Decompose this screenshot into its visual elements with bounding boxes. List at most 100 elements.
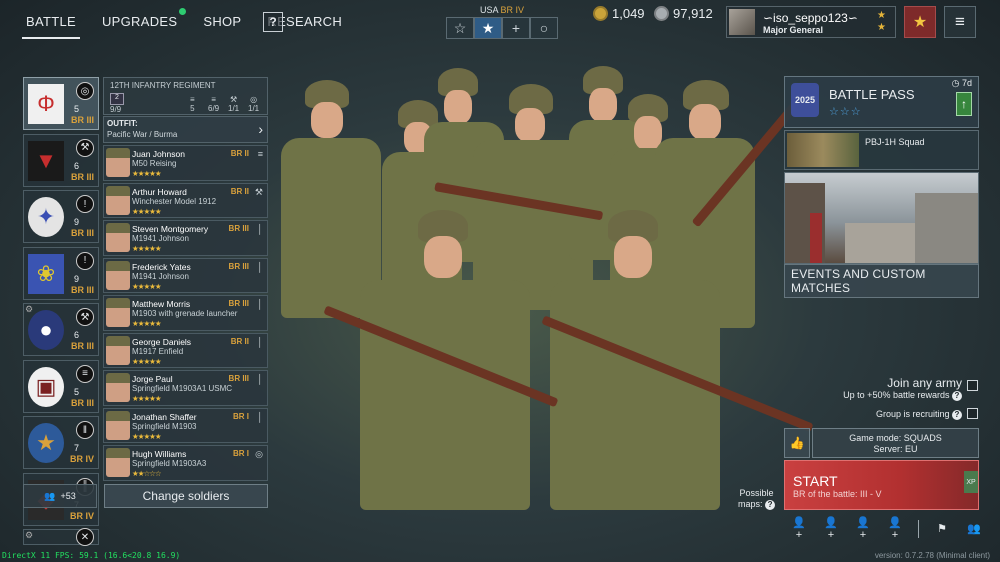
join-any-army-checkbox[interactable] <box>967 380 978 391</box>
change-soldiers-button[interactable]: Change soldiers <box>104 484 268 508</box>
events-custom-matches-button[interactable]: EVENTS AND CUSTOM MATCHES <box>784 264 979 298</box>
possible-maps[interactable]: Possible maps: ? <box>738 488 776 510</box>
soldier-portrait <box>106 335 130 365</box>
squad-card[interactable]: ❀ ! 9 BR III <box>23 246 99 300</box>
add-friend-icon[interactable]: 👤+ <box>854 516 872 541</box>
soldier-row[interactable]: Steven Montgomery M1941 Johnson ★★★★★ BR… <box>103 220 268 256</box>
tab-shop[interactable]: SHOP <box>199 12 245 39</box>
soldier-class-icon: ◎ <box>255 449 263 459</box>
army-name: USA <box>479 5 498 15</box>
army-br: BR IV <box>500 5 525 15</box>
outfit-label: OUTFIT: <box>107 119 138 128</box>
start-label: START <box>793 473 838 489</box>
game-mode-info[interactable]: Game mode: SQUADS Server: EU <box>812 428 979 458</box>
squad-emblem-icon: ✦ <box>28 197 64 237</box>
regiment-header: 12TH INFANTRY REGIMENT 2 9/9 ≡ 5 ≡ 6/9 ⚒ 1/… <box>103 77 268 115</box>
add-friend-icon[interactable]: 👤+ <box>790 516 808 541</box>
squad-class-icon: ⚒ <box>76 138 94 157</box>
soldier-row[interactable]: Juan Johnson M50 Reising ★★★★★ BR II ≡ <box>103 145 268 181</box>
tab-upgrades[interactable]: UPGRADES <box>98 12 181 39</box>
squad-card[interactable]: ★ ‖ 7 BR IV <box>23 416 99 469</box>
soldier-name: Steven Montgomery <box>132 224 209 234</box>
soldier-name: Hugh Williams <box>132 449 187 459</box>
army-tab-circle-icon[interactable]: ○ <box>530 17 558 39</box>
battle-pass-stars: ☆☆☆ <box>829 106 862 118</box>
clock-icon: ◷ <box>951 78 960 88</box>
group-recruiting-label: Group is recruiting ? <box>876 409 962 420</box>
thumbs-up-icon[interactable]: 👍 <box>784 428 810 458</box>
soldier-name: Matthew Morris <box>132 299 191 309</box>
soldier-portrait <box>106 260 130 290</box>
squad-promo-card[interactable]: PBJ-1H Squad <box>784 130 979 170</box>
soldier-row[interactable]: Matthew Morris M1903 with grenade launch… <box>103 295 268 331</box>
help-icon[interactable]: ? <box>952 391 962 401</box>
soldier-row[interactable]: George Daniels M1917 Enfield ★★★★★ BR II… <box>103 332 268 368</box>
soldier-row[interactable]: Hugh Williams Springfield M1903A3 ★★☆☆☆ … <box>103 445 268 481</box>
silver-currency[interactable]: 97,912 <box>654 6 713 21</box>
rank-star-icon: ★ <box>877 22 886 33</box>
squad-count: 5 <box>74 386 80 397</box>
soldier-row[interactable]: Arthur Howard Winchester Model 1912 ★★★★… <box>103 182 268 218</box>
menu-hamburger-icon[interactable]: ≡ <box>944 6 976 38</box>
tab-battle[interactable]: BATTLE <box>22 12 80 39</box>
gear-icon: ⚙ <box>25 304 34 314</box>
soldier-class-icon: │ <box>257 299 263 309</box>
help-icon: ? <box>765 500 776 510</box>
army-label: USA BR IV <box>446 5 558 15</box>
soldiers-group-icon: 👥 <box>44 490 56 501</box>
soldier-weapon: M1903 with grenade launcher <box>132 309 238 318</box>
army-tab-star-icon[interactable]: ★ <box>474 17 502 39</box>
level-up-arrow-icon: ↑ <box>956 92 972 116</box>
soldier-row[interactable]: Frederick Yates M1941 Johnson ★★★★★ BR I… <box>103 257 268 293</box>
gold-currency[interactable]: 1,049 <box>593 6 645 21</box>
player-name: ∽iso_seppo123∽ <box>763 11 858 25</box>
soldier-stars: ★★★★★ <box>132 394 162 403</box>
soldier-name: Jorge Paul <box>132 374 173 384</box>
army-tab-cross-icon[interactable]: + <box>502 17 530 39</box>
squad-class-icon: ‖ <box>76 421 94 439</box>
outfit-selector[interactable]: OUTFIT: Pacific War / Burma › <box>103 116 268 143</box>
flag-icon[interactable]: ⚑ <box>933 522 951 535</box>
squad-card[interactable]: ▼ ⚒ 6 BR III <box>23 133 99 187</box>
squad-class-icon: ◎ <box>76 82 94 100</box>
squad-emblem-icon: ● <box>28 310 64 350</box>
add-friend-icon[interactable]: 👤+ <box>886 516 904 541</box>
profile-card[interactable]: ∽iso_seppo123∽ Major General ★ ★ <box>726 6 896 38</box>
version-label: version: 0.7.2.78 (Minimal client) <box>874 551 990 560</box>
soldier-portrait <box>106 448 130 477</box>
help-icon[interactable]: ? <box>952 410 962 420</box>
reserve-count: +53 <box>60 491 76 501</box>
soldier-weapon: Winchester Model 1912 <box>132 196 217 206</box>
start-button[interactable]: START BR of the battle: III - V XP <box>784 460 979 510</box>
rank-star-icon: ★ <box>877 10 886 21</box>
battle-pass-card[interactable]: 2025 BATTLE PASS ☆☆☆ ◷ 7d ↑ <box>784 76 979 128</box>
squad-class-icon: ≡ <box>76 364 94 383</box>
soldier-br: BR II <box>230 149 249 158</box>
reserve-soldiers-button[interactable]: 👥 +53 <box>23 484 97 508</box>
soldier-weapon: Springfield M1903A1 USMC <box>132 384 233 393</box>
soldier-name: Arthur Howard <box>132 186 187 197</box>
squad-card[interactable]: ⚙ ● ⚒ 6 BR III <box>23 303 99 356</box>
help-button[interactable]: ? <box>263 12 283 32</box>
soldier-name: Jonathan Shaffer <box>132 411 197 422</box>
outfit-value: Pacific War / Burma <box>107 130 178 139</box>
events-preview-image[interactable] <box>784 172 979 264</box>
squad-card[interactable]: Φ ◎ 5 BR III <box>23 77 99 130</box>
shop-notification-dot <box>179 8 186 15</box>
squad-card[interactable]: ✦ ! 9 BR III <box>23 190 99 243</box>
soldier-row[interactable]: Jorge Paul Springfield M1903A1 USMC ★★★★… <box>103 370 268 406</box>
add-friend-icon[interactable]: 👤+ <box>822 516 840 541</box>
squad-br: BR III <box>70 228 94 238</box>
squad-br: BR IV <box>69 454 94 464</box>
group-recruiting-checkbox[interactable] <box>967 408 978 419</box>
squad-card[interactable]: ▣ ≡ 5 BR III <box>23 359 99 413</box>
regiment-slots: 9/9 <box>110 105 122 114</box>
rank-badge-icon[interactable]: ★ <box>904 6 936 38</box>
group-icon[interactable]: 👥 <box>965 522 983 535</box>
soldier-stars: ★★★★★ <box>132 356 162 366</box>
army-tab-star-outline-icon[interactable]: ☆ <box>446 17 474 39</box>
soldier-portrait <box>106 298 130 327</box>
soldier-stars: ★★★★★ <box>132 169 162 178</box>
squad-card[interactable]: ⚙ ✕ <box>23 528 99 546</box>
soldier-row[interactable]: Jonathan Shaffer Springfield M1903 ★★★★★… <box>103 407 268 443</box>
